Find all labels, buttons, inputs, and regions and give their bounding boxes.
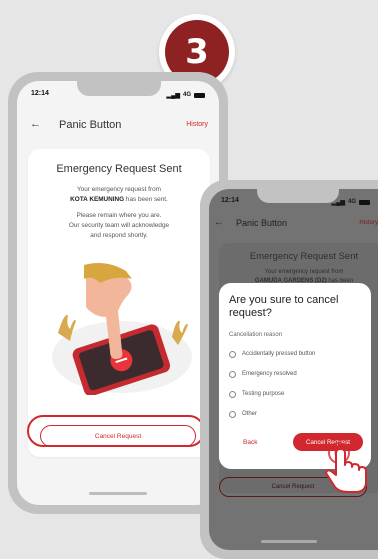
page-title: Panic Button [59, 119, 122, 131]
history-link[interactable]: History [186, 121, 208, 128]
back-button[interactable]: Back [243, 439, 257, 446]
dialog-subtitle: Cancellation reason [229, 332, 283, 338]
radio-button[interactable] [229, 370, 236, 378]
history-link[interactable]: History [359, 220, 378, 226]
reason-option-accidental[interactable]: Accidentally pressed button [229, 349, 315, 359]
battery-icon [359, 199, 370, 205]
signal-icon: ▂▄▆ [331, 199, 345, 206]
status-time: 12:14 [31, 90, 49, 97]
emergency-sent-card: Emergency Request Sent Your emergency re… [28, 149, 210, 457]
status-time: 12:14 [221, 197, 239, 204]
info-message: Please remain where you are. Our securit… [38, 211, 200, 241]
message-line1: Your emergency request from [77, 186, 161, 193]
dialog-title: Are you sure to cancel request? [229, 294, 339, 319]
background-message-line1: Your emergency request from [264, 269, 344, 275]
back-arrow-icon[interactable]: ← [214, 217, 224, 228]
network-label: 4G [182, 92, 191, 98]
page-title: Panic Button [236, 218, 288, 228]
emergency-message: Your emergency request from KOTA KEMUNIN… [38, 185, 200, 205]
network-label: 4G [347, 199, 356, 205]
app-bar: ← Panic Button History [209, 215, 378, 237]
phone-frame-right: 12:14 ▂▄▆ 4G ← Panic Button History Emer… [200, 180, 378, 559]
phone-frame-left: 12:14 ▂▄▆ 4G ← Panic Button History Emer… [8, 72, 228, 514]
radio-button[interactable] [229, 410, 236, 418]
option-label: Other [242, 411, 258, 417]
cancel-button-highlight [27, 415, 205, 447]
radio-button[interactable] [229, 390, 236, 398]
signal-icon: ▂▄▆ [166, 92, 180, 99]
app-bar: ← Panic Button History [17, 115, 219, 139]
home-indicator [89, 492, 147, 495]
message-location: KOTA KEMUNING [70, 196, 125, 203]
back-arrow-icon[interactable]: ← [30, 118, 41, 130]
background-card-title: Emergency Request Sent [249, 251, 359, 262]
message-line2: has been sent. [125, 196, 168, 203]
panic-button-illustration [52, 263, 192, 395]
tap-hand-icon [325, 442, 367, 493]
reason-option-resolved[interactable]: Emergency resolved [229, 369, 297, 379]
status-bar: 12:14 ▂▄▆ 4G [221, 197, 370, 207]
info-line2: Our security team will acknowledge [68, 222, 170, 229]
reason-option-other[interactable]: Other [229, 409, 257, 419]
option-label: Accidentally pressed button [242, 351, 316, 357]
option-label: Emergency resolved [242, 371, 297, 377]
battery-icon [194, 92, 205, 98]
radio-button[interactable] [229, 350, 236, 358]
info-line3: and respond shortly. [90, 232, 148, 239]
screen-cancel-confirmation: 12:14 ▂▄▆ 4G ← Panic Button History Emer… [209, 189, 378, 550]
status-bar: 12:14 ▂▄▆ 4G [31, 90, 205, 100]
info-line1: Please remain where you are. [76, 212, 162, 219]
card-title: Emergency Request Sent [56, 163, 182, 175]
option-label: Testing purpose [242, 391, 285, 397]
reason-option-testing[interactable]: Testing purpose [229, 389, 284, 399]
home-indicator [261, 540, 317, 543]
